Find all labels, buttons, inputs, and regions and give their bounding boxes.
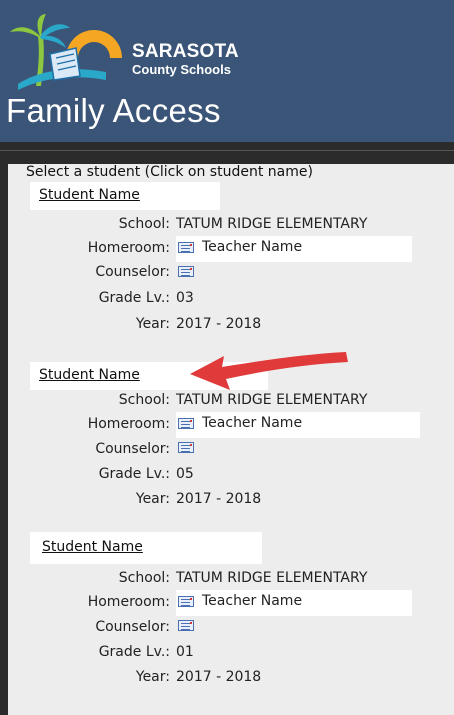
email-icon[interactable] [178, 442, 194, 453]
grade-row: Grade Lv.: [30, 466, 170, 488]
year-row: Year: [30, 316, 170, 338]
school-value: TATUM RIDGE ELEMENTARY [176, 216, 368, 232]
student-name-box: Student Name [30, 182, 220, 210]
app-title: Family Access [6, 92, 221, 129]
counselor-row: Counselor: [30, 619, 170, 641]
student-name-link[interactable]: Student Name [42, 539, 143, 555]
homeroom-teacher: Teacher Name [202, 593, 303, 609]
counselor-label: Counselor: [95, 619, 170, 635]
select-student-label: Select a student (Click on student name) [26, 164, 313, 180]
school-label: School: [118, 392, 170, 408]
year-value: 2017 - 2018 [176, 669, 262, 685]
grade-row: Grade Lv.: [30, 290, 170, 312]
year-row: Year: [30, 669, 170, 691]
annotation-arrow-icon [190, 352, 348, 390]
counselor-row: Counselor: [30, 264, 170, 286]
email-icon[interactable] [178, 620, 194, 631]
year-label: Year: [135, 316, 170, 332]
homeroom-box: Teacher Name [176, 412, 420, 438]
grade-row: Grade Lv.: [30, 644, 170, 666]
year-label: Year: [135, 669, 170, 685]
counselor-label: Counselor: [95, 264, 170, 280]
homeroom-teacher: Teacher Name [202, 239, 303, 255]
student-name-link[interactable]: Student Name [39, 187, 140, 203]
homeroom-label: Homeroom: [87, 416, 170, 432]
counselor-label: Counselor: [95, 441, 170, 457]
grade-value: 03 [176, 290, 194, 306]
student-name-link[interactable]: Student Name [39, 367, 140, 383]
email-icon[interactable] [178, 418, 194, 429]
counselor-row: Counselor: [30, 441, 170, 463]
sarasota-schools-logo [10, 14, 122, 90]
brand-text: SARASOTA County Schools [132, 41, 239, 78]
grade-label: Grade Lv.: [98, 644, 170, 660]
school-value: TATUM RIDGE ELEMENTARY [176, 570, 368, 586]
student-name-box: Student Name [30, 532, 262, 564]
school-row: School: [30, 216, 170, 238]
grade-label: Grade Lv.: [98, 466, 170, 482]
homeroom-row: Homeroom: [30, 416, 170, 438]
grade-value: 01 [176, 644, 194, 660]
school-row: School: [30, 570, 170, 592]
homeroom-teacher: Teacher Name [202, 415, 303, 431]
school-label: School: [118, 216, 170, 232]
brand-line-1: SARASOTA [132, 41, 239, 62]
grade-value: 05 [176, 466, 194, 482]
homeroom-row: Homeroom: [30, 240, 170, 262]
homeroom-label: Homeroom: [87, 594, 170, 610]
email-icon[interactable] [178, 596, 194, 607]
school-row: School: [30, 392, 170, 414]
school-value: TATUM RIDGE ELEMENTARY [176, 392, 368, 408]
grade-label: Grade Lv.: [98, 290, 170, 306]
school-label: School: [118, 570, 170, 586]
email-icon[interactable] [178, 266, 194, 277]
year-label: Year: [135, 491, 170, 507]
homeroom-box: Teacher Name [176, 236, 412, 262]
homeroom-row: Homeroom: [30, 594, 170, 616]
frame-divider [0, 150, 454, 151]
year-row: Year: [30, 491, 170, 513]
year-value: 2017 - 2018 [176, 316, 262, 332]
homeroom-box: Teacher Name [176, 590, 412, 616]
app-header: SARASOTA County Schools Family Access [0, 0, 454, 142]
email-icon[interactable] [178, 242, 194, 253]
year-value: 2017 - 2018 [176, 491, 262, 507]
homeroom-label: Homeroom: [87, 240, 170, 256]
brand-line-2: County Schools [132, 62, 231, 77]
